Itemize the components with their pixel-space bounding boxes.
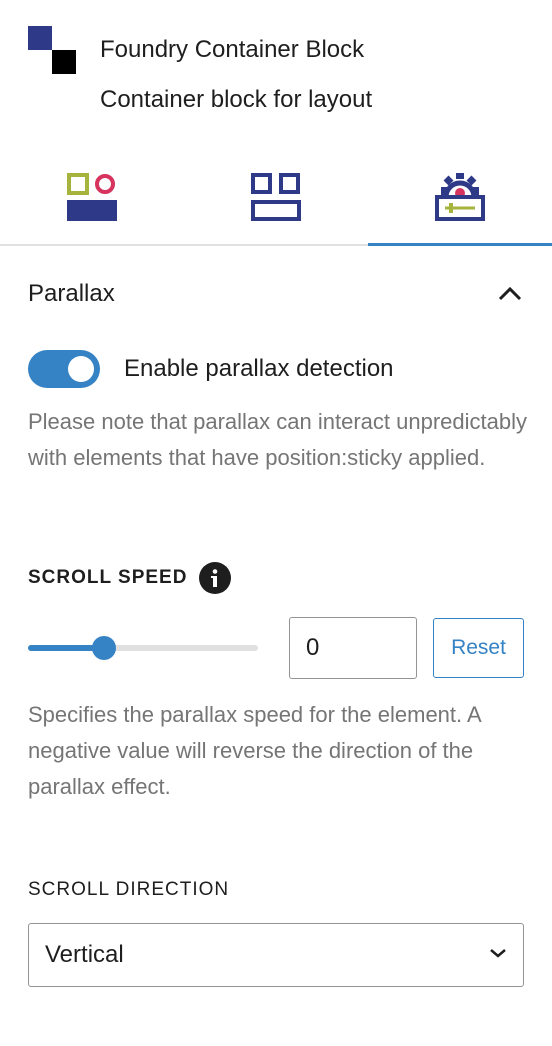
styles-icon <box>67 173 117 221</box>
scroll-direction-value: Vertical <box>45 941 124 968</box>
scroll-direction-select[interactable]: Vertical <box>28 923 524 987</box>
layout-grid-icon <box>251 173 301 221</box>
scroll-speed-label-text: SCROLL SPEED <box>28 567 188 588</box>
scroll-speed-slider[interactable] <box>28 634 258 662</box>
scroll-speed-input[interactable] <box>289 617 417 679</box>
reset-button[interactable]: Reset <box>433 618 524 678</box>
block-title: Foundry Container Block <box>100 36 365 63</box>
parallax-toggle-row: Enable parallax detection <box>28 350 394 388</box>
toggle-label: Enable parallax detection <box>124 355 394 382</box>
block-description: Container block for layout <box>100 86 373 113</box>
parallax-panel-toggle[interactable]: Parallax <box>0 262 552 326</box>
chevron-up-icon <box>496 280 524 308</box>
info-icon[interactable] <box>199 562 232 594</box>
slider-thumb[interactable] <box>91 636 116 660</box>
parallax-help-text: Please note that parallax can interact u… <box>28 409 527 470</box>
block-card: Foundry Container Block Container block … <box>0 0 552 140</box>
toggle-knob <box>68 356 94 382</box>
styles-tab[interactable] <box>0 150 184 244</box>
layout-tab[interactable] <box>184 150 368 244</box>
scroll-direction-label: SCROLL DIRECTION <box>28 879 230 900</box>
advanced-settings-tab[interactable] <box>368 150 552 246</box>
chevron-down-icon <box>489 946 507 964</box>
scroll-speed-help-text: Specifies the parallax speed for the ele… <box>28 702 481 799</box>
settings-gear-icon <box>435 173 485 221</box>
scroll-speed-label: SCROLL SPEED <box>28 562 232 594</box>
enable-parallax-toggle[interactable] <box>28 350 100 388</box>
inspector-tabs <box>0 150 552 246</box>
panel-title: Parallax <box>28 280 115 307</box>
foundry-logo-icon <box>28 26 76 74</box>
